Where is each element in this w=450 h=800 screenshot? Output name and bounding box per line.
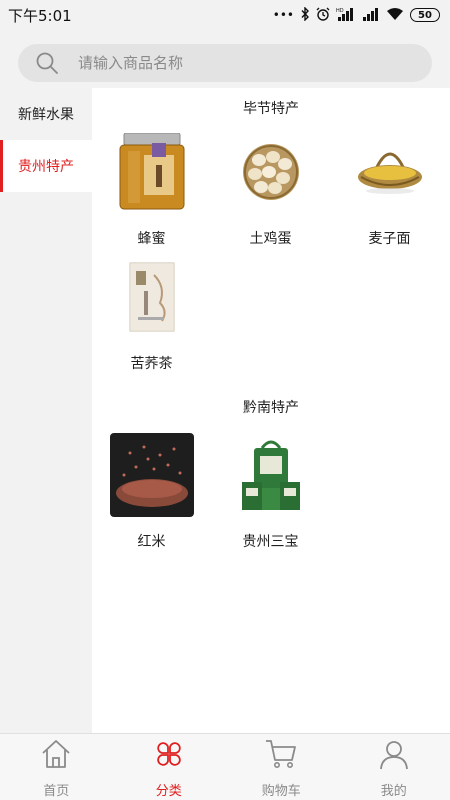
bluetooth-icon [300, 5, 310, 24]
product-item-wheat-flour[interactable]: 麦子面 [330, 130, 449, 255]
profile-icon [377, 737, 411, 771]
product-item-guizhou-three-treasures[interactable]: 贵州三宝 [211, 433, 330, 558]
honey-jar-image [110, 130, 194, 214]
nav-label: 我的 [380, 784, 407, 799]
gift-bags-image [229, 433, 313, 517]
alarm-icon [316, 7, 330, 24]
search-box[interactable] [18, 44, 432, 82]
product-name: 麦子面 [368, 231, 411, 247]
red-rice-image [109, 433, 194, 517]
product-item-red-rice[interactable]: 红米 [92, 433, 211, 558]
nav-label: 分类 [155, 784, 182, 799]
product-name: 红米 [137, 534, 166, 550]
network-hd-label: HD [336, 8, 344, 14]
category-sidebar: 新鲜水果 贵州特产 [0, 88, 92, 733]
home-icon [39, 737, 73, 771]
status-icons: ••• HD 50 [272, 5, 440, 24]
product-name: 苦荞茶 [130, 356, 173, 372]
cell-signal-icon: HD [336, 7, 356, 24]
sidebar-item-label: 贵州特产 [18, 159, 74, 175]
product-item-honey[interactable]: 蜂蜜 [92, 130, 211, 255]
product-item-buckwheat-tea[interactable]: 苦荞茶 [92, 255, 211, 380]
product-panel: 毕节特产 蜂蜜 土鸡蛋 麦子面 苦荞茶 黔南特产 红米 贵州三宝 [92, 88, 450, 733]
nav-item-home[interactable]: 首页 [0, 734, 113, 800]
product-item-eggs[interactable]: 土鸡蛋 [211, 130, 330, 255]
product-grid-bijie: 蜂蜜 土鸡蛋 麦子面 苦荞茶 [92, 130, 450, 380]
cell-signal-2-icon [362, 7, 380, 24]
bottom-navigation: 首页 分类 购物车 我的 [0, 733, 450, 800]
sidebar-item-guizhou-specialty[interactable]: 贵州特产 [0, 140, 92, 192]
cart-icon [264, 737, 298, 771]
search-icon[interactable] [34, 50, 60, 76]
product-name: 土鸡蛋 [249, 231, 292, 247]
eggs-basket-image [229, 130, 313, 214]
product-name: 贵州三宝 [242, 534, 299, 550]
section-title-qiannan: 黔南特产 [243, 400, 299, 416]
sidebar-item-fresh-fruit[interactable]: 新鲜水果 [0, 88, 92, 140]
nav-item-cart[interactable]: 购物车 [225, 734, 338, 800]
nav-item-category[interactable]: 分类 [113, 734, 226, 800]
product-name: 蜂蜜 [137, 231, 166, 247]
nav-label: 首页 [43, 784, 70, 799]
section-title-bijie: 毕节特产 [243, 101, 299, 117]
nav-item-profile[interactable]: 我的 [338, 734, 450, 800]
search-input[interactable] [78, 54, 378, 72]
more-dots-icon: ••• [272, 8, 294, 22]
sidebar-item-label: 新鲜水果 [18, 107, 74, 123]
wifi-icon [386, 7, 404, 24]
status-bar: 下午5:01 ••• HD 50 [0, 0, 450, 30]
nav-label: 购物车 [261, 784, 301, 799]
tea-box-image [110, 255, 194, 339]
wheat-basket-image [348, 130, 432, 214]
product-grid-qiannan: 红米 贵州三宝 [92, 433, 450, 558]
battery-icon: 50 [410, 8, 440, 22]
status-time: 下午5:01 [8, 6, 72, 25]
category-icon [152, 737, 186, 771]
search-bar [0, 30, 450, 88]
